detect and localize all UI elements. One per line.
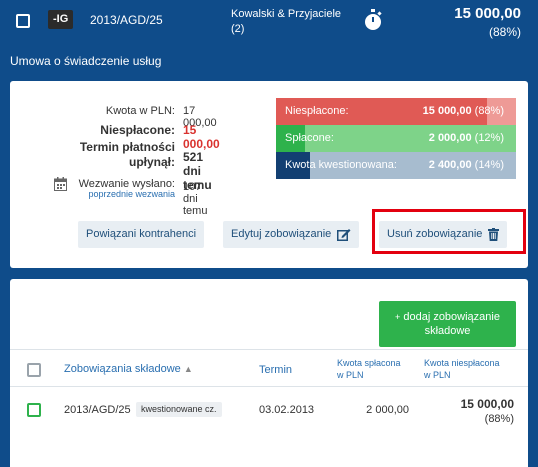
- bar-unpaid: Niespłacone: 15 000,00 (88%): [276, 98, 516, 125]
- bar-label: Niespłacone:: [285, 105, 349, 117]
- select-checkbox[interactable]: [16, 14, 30, 28]
- edit-icon: [337, 228, 351, 241]
- divider: [10, 349, 528, 350]
- bar-value: 15 000,00 (88%): [423, 105, 504, 117]
- sort-asc-icon: ▲: [183, 364, 193, 374]
- column-header-date[interactable]: Termin: [259, 364, 292, 376]
- stopwatch-icon: [365, 9, 382, 30]
- row-document-number[interactable]: 2013/AGD/25: [64, 404, 131, 416]
- column-header-unpaid-line1: Kwota niespłacona: [424, 358, 500, 368]
- add-sub-liability-button[interactable]: + dodaj zobowiązanie składowe: [379, 301, 516, 347]
- deadline-label-2: upłynął:: [128, 155, 175, 169]
- select-all-checkbox[interactable]: [27, 363, 41, 377]
- bar-percent: (88%): [474, 105, 504, 117]
- bar-label: Spłacone:: [285, 132, 334, 144]
- column-header-name-label: Zobowiązania składowe: [64, 363, 181, 375]
- tag-badge: -IG: [48, 10, 74, 29]
- add-sub-liability-label: dodaj zobowiązanie składowe: [403, 311, 500, 337]
- column-header-paid-line1: Kwota spłacona: [337, 358, 401, 368]
- column-header-unpaid-line2: w PLN: [424, 370, 451, 380]
- row-paid-amount: 2 000,00: [366, 404, 409, 416]
- column-header-paid[interactable]: Kwota spłacona w PLN: [337, 357, 407, 381]
- bar-amount: 2 000,00: [428, 132, 472, 144]
- header-amount-value: 15 000,00: [454, 5, 521, 22]
- column-header-name[interactable]: Zobowiązania składowe ▲: [64, 363, 193, 375]
- bar-paid: Spłacone: 2 000,00 (12%): [276, 125, 516, 152]
- row-unpaid-amount: 15 000,00: [460, 397, 514, 411]
- bar-value: 2 000,00 (12%): [429, 132, 504, 144]
- summary-card: Kwota w PLN: 17 000,00 Niespłacone: 15 0…: [10, 81, 528, 268]
- bar-label: Kwota kwestionowana:: [285, 159, 397, 171]
- header-amount-percent: (88%): [488, 25, 521, 39]
- unpaid-value: 15 000,00: [183, 123, 220, 151]
- bar-amount: 2 400,00: [428, 159, 472, 171]
- bar-percent: (12%): [474, 132, 504, 144]
- column-header-paid-line2: w PLN: [337, 370, 364, 380]
- unpaid-label: Niespłacone:: [100, 123, 175, 137]
- plus-icon: +: [395, 312, 401, 322]
- document-number: 2013/AGD/25: [90, 13, 163, 27]
- row-due-date: 03.02.2013: [259, 404, 315, 416]
- sub-liabilities-card: + dodaj zobowiązanie składowe Zobowiązan…: [10, 279, 528, 467]
- bar-disputed: Kwota kwestionowana: 2 400,00 (14%): [276, 152, 516, 179]
- disputed-badge: kwestionowane cz.: [136, 402, 222, 417]
- bar-amount: 15 000,00: [422, 105, 472, 117]
- bar-percent: (14%): [474, 159, 504, 171]
- related-parties-button[interactable]: Powiązani kontrahenci: [78, 221, 205, 248]
- divider: [10, 386, 528, 387]
- row-unpaid-percent: (88%): [484, 413, 514, 425]
- column-header-unpaid[interactable]: Kwota niespłacona w PLN: [424, 357, 514, 381]
- edit-liability-label: Edytuj zobowiązanie: [231, 228, 332, 240]
- header-bar: -IG 2013/AGD/25 Kowalski & Przyjaciele (…: [0, 0, 538, 48]
- progress-bars: Niespłacone: 15 000,00 (88%) Spłacone: 2…: [276, 98, 516, 179]
- deadline-label: Termin płatności: [79, 140, 175, 154]
- row-checkbox[interactable]: [27, 403, 41, 417]
- highlight-box: [372, 209, 526, 254]
- reminder-value: 107 dni temu: [183, 181, 208, 217]
- edit-liability-button[interactable]: Edytuj zobowiązanie: [223, 221, 360, 248]
- previous-reminders-link[interactable]: poprzednie wezwania: [55, 189, 175, 199]
- bar-value: 2 400,00 (14%): [429, 159, 504, 171]
- header-amount: 15 000,00 (88%): [454, 5, 521, 39]
- company-name[interactable]: Kowalski & Przyjaciele (2): [231, 7, 351, 37]
- amount-label: Kwota w PLN:: [105, 105, 175, 117]
- page-subtitle: Umowa o świadczenie usług: [10, 54, 162, 68]
